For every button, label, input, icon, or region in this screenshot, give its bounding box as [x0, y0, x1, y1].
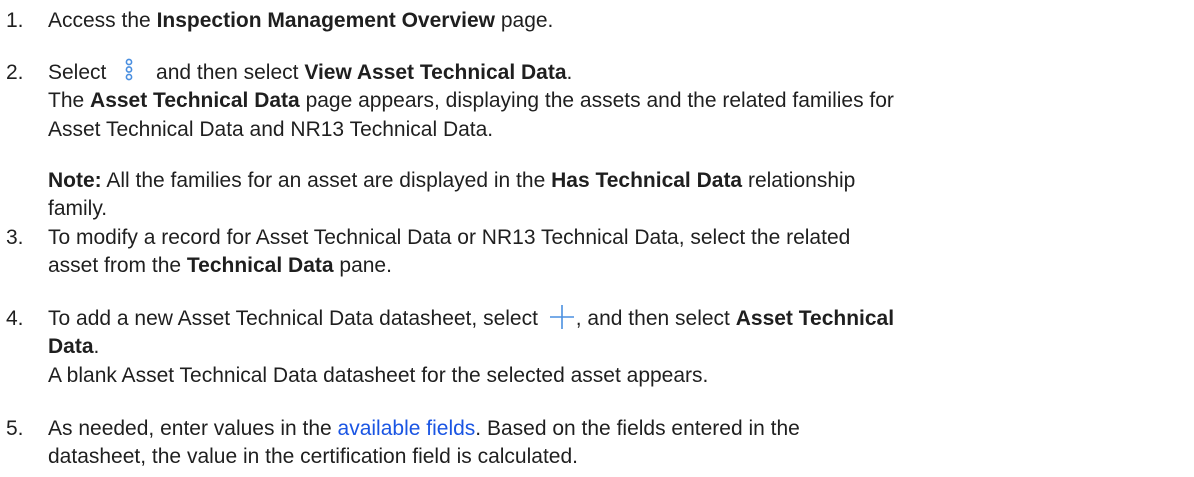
menu-option: Asset Technical — [735, 307, 895, 330]
step-text: To modify a record for Asset Technical D… — [48, 226, 851, 249]
step-text: asset from the Technical Data pane. — [48, 254, 392, 277]
note-label: Note: — [48, 169, 102, 192]
available-fields-link[interactable]: available fields — [338, 417, 476, 440]
step-number: 5. — [6, 417, 24, 440]
plus-icon — [549, 304, 575, 330]
note: Note: All the families for an asset are … — [48, 169, 856, 192]
page-name: Asset Technical Data — [90, 89, 300, 112]
step-result: Asset Technical Data and NR13 Technical … — [48, 118, 494, 141]
step-text: datasheet, the value in the certificatio… — [48, 445, 578, 468]
family-name: Has Technical Data — [551, 169, 743, 192]
step-number: 2. — [6, 61, 24, 84]
vertical-ellipsis-icon — [120, 57, 138, 83]
menu-option: Data — [48, 335, 94, 358]
menu-option: View Asset Technical Data — [304, 61, 567, 84]
procedure-document: 1. Access the Inspection Management Over… — [0, 0, 1194, 477]
note: family. — [48, 197, 108, 220]
step-number: 1. — [6, 9, 24, 32]
step-text: To add a new Asset Technical Data datash… — [48, 304, 895, 332]
page-name: Inspection Management Overview — [156, 9, 495, 32]
step-text: As needed, enter values in the available… — [48, 417, 800, 440]
step-number: 3. — [6, 226, 24, 249]
step-text: Select and then select View Asset Techni… — [48, 57, 572, 86]
step-result: The Asset Technical Data page appears, d… — [48, 89, 894, 112]
step-text: Access the Inspection Management Overvie… — [48, 9, 554, 32]
step-text: Data. — [48, 335, 100, 358]
step-number: 4. — [6, 307, 24, 330]
pane-name: Technical Data — [186, 254, 334, 277]
step-result: A blank Asset Technical Data datasheet f… — [48, 364, 709, 387]
